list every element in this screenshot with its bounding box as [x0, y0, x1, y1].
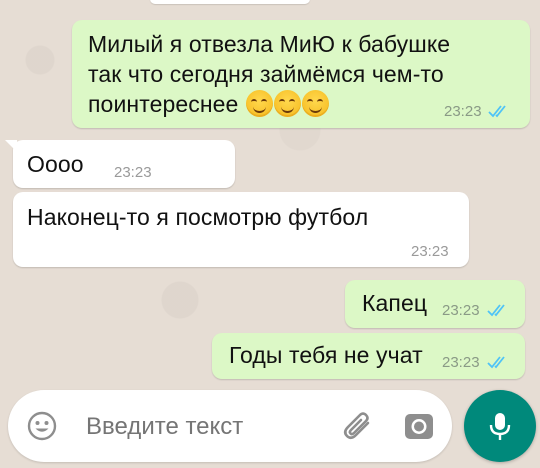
message-bubble-outgoing[interactable]: Годы тебя не учат 23:23: [212, 333, 525, 379]
message-composer[interactable]: [8, 390, 452, 462]
smirking-face-emoji-icon: [301, 90, 329, 117]
message-text-line: поинтереснее: [88, 89, 450, 119]
smiley-icon[interactable]: [26, 410, 58, 442]
message-timestamp: 23:23: [442, 302, 480, 319]
message-timestamp: 23:23: [442, 354, 480, 371]
smirking-face-emoji-icon: [245, 90, 273, 117]
message-text: Наконец-то я посмотрю футбол: [27, 204, 369, 230]
smirking-face-emoji-icon: [273, 90, 301, 117]
message-text: Оооо: [27, 151, 84, 177]
message-bubble-incoming[interactable]: Наконец-то я посмотрю футбол 23:23: [13, 192, 469, 267]
read-receipt-icon: [488, 105, 506, 118]
previous-message-bubble: [150, 0, 310, 4]
message-bubble-outgoing[interactable]: Милый я отвезла МиЮ к бабушке так что се…: [72, 20, 530, 128]
message-timestamp: 23:23: [114, 164, 152, 181]
message-input[interactable]: [86, 413, 326, 441]
message-text-line: Милый я отвезла МиЮ к бабушке: [88, 31, 451, 57]
message-text: Годы тебя не учат: [229, 342, 423, 368]
bubble-tail: [5, 140, 17, 152]
message-text-fragment: поинтереснее: [88, 91, 239, 117]
read-receipt-icon: [487, 356, 505, 369]
camera-icon[interactable]: [403, 410, 435, 442]
paperclip-icon[interactable]: [341, 409, 375, 443]
microphone-icon: [489, 413, 511, 440]
message-timestamp: 23:23: [411, 243, 449, 260]
message-timestamp: 23:23: [444, 103, 482, 120]
message-bubble-incoming[interactable]: Оооо 23:23: [5, 140, 235, 188]
message-text: Капец: [362, 290, 428, 316]
read-receipt-icon: [487, 304, 505, 317]
message-bubble-outgoing[interactable]: Капец 23:23: [345, 280, 525, 328]
microphone-button[interactable]: [464, 390, 536, 462]
message-text-line: так что сегодня займёмся чем-то: [88, 61, 444, 87]
